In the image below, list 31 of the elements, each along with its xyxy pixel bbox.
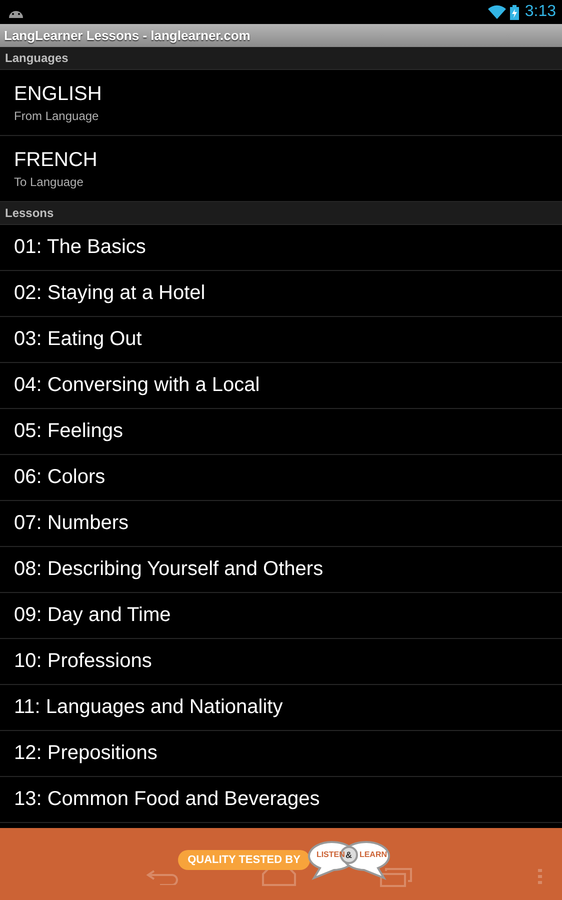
logo-text: LISTEN <box>316 850 345 859</box>
logo-ampersand: & <box>345 850 352 860</box>
menu-icon[interactable] <box>538 869 542 885</box>
lesson-item[interactable]: 01: The Basics <box>0 225 562 271</box>
logo-text: LEARN <box>359 850 387 859</box>
lesson-item[interactable]: 07: Numbers <box>0 501 562 547</box>
language-name[interactable]: ENGLISH <box>14 82 548 106</box>
recent-apps-icon[interactable] <box>380 867 412 887</box>
window-title: LangLearner Lessons - langlearner.com <box>0 24 562 47</box>
battery-icon <box>510 4 519 20</box>
lesson-item[interactable]: 03: Eating Out <box>0 317 562 363</box>
quality-badge: QUALITY TESTED BY <box>178 850 310 870</box>
back-icon[interactable] <box>146 869 178 885</box>
lesson-item[interactable]: 02: Staying at a Hotel <box>0 271 562 317</box>
lesson-item[interactable]: 10: Professions <box>0 639 562 685</box>
language-caption: To Language <box>14 174 84 188</box>
clock-time: 3:13 <box>524 3 556 21</box>
lesson-item[interactable]: 13: Common Food and Beverages <box>0 777 562 823</box>
language-name[interactable]: FRENCH <box>14 148 548 172</box>
language-caption: From Language <box>14 108 100 122</box>
section-header: Languages <box>0 47 562 70</box>
lesson-item[interactable]: 05: Feelings <box>0 409 562 455</box>
ad-banner[interactable]: QUALITY TESTED BY LISTEN& LEARN <box>0 828 562 900</box>
lesson-item[interactable]: 11: Languages and Nationality <box>0 685 562 731</box>
lesson-item[interactable]: 09: Day and Time <box>0 593 562 639</box>
lesson-item[interactable]: 06: Colors <box>0 455 562 501</box>
section-header: Lessons <box>0 202 562 225</box>
lesson-item[interactable]: 12: Prepositions <box>0 731 562 777</box>
lesson-item[interactable]: 08: Describing Yourself and Others <box>0 547 562 593</box>
wifi-icon <box>488 5 506 19</box>
lesson-item[interactable]: 04: Conversing with a Local <box>0 363 562 409</box>
